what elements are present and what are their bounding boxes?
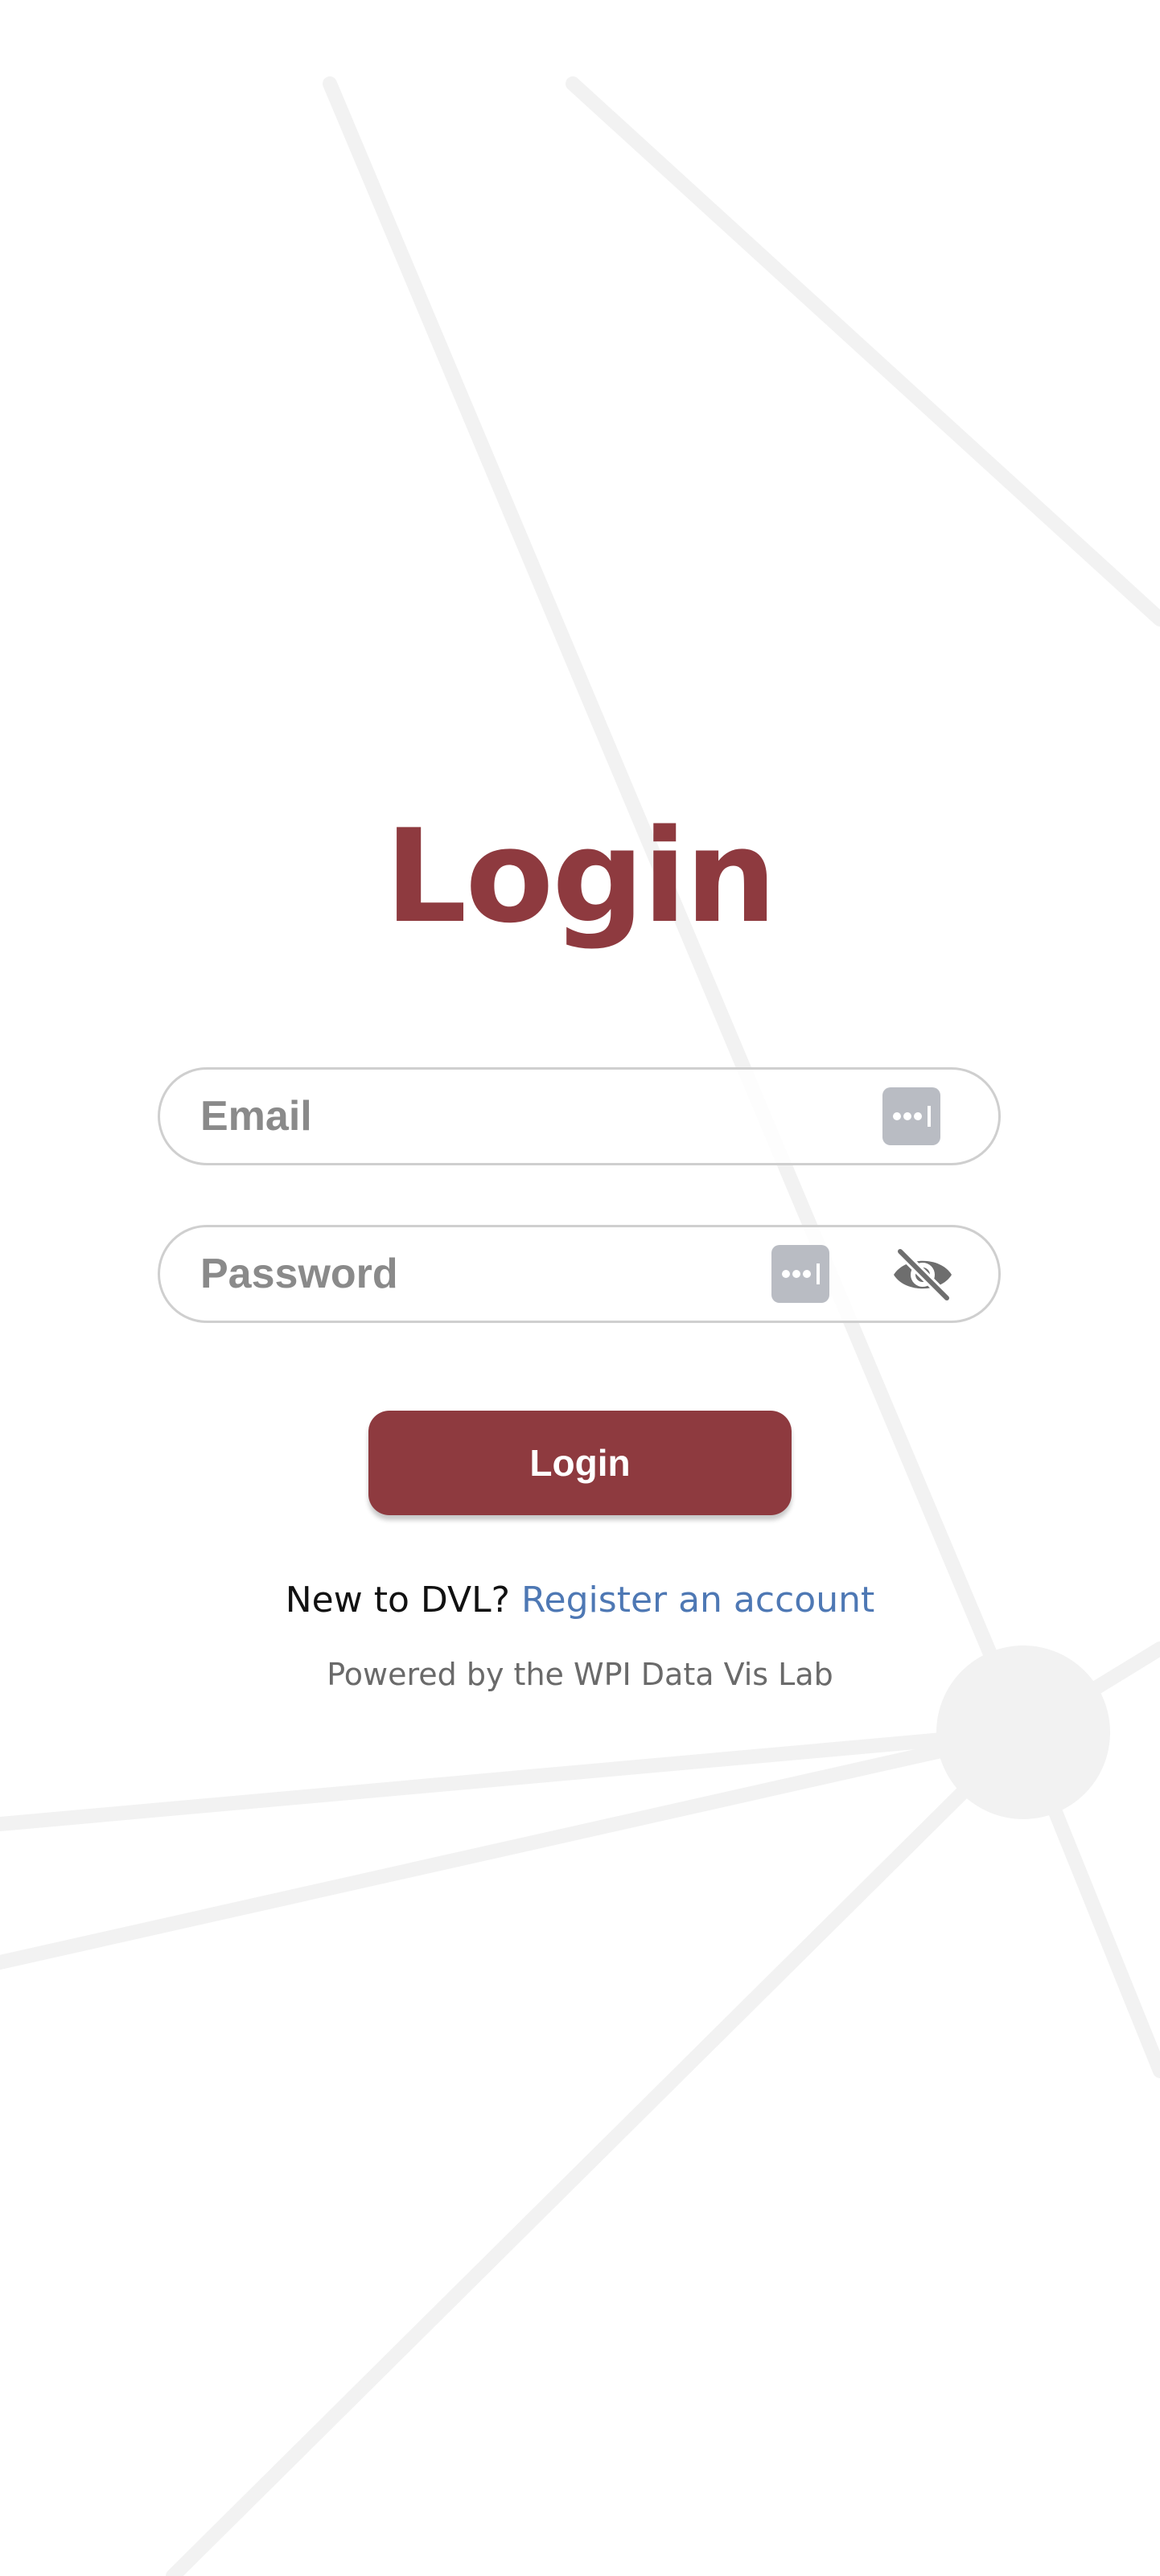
password-field-container: [158, 1225, 1001, 1323]
eye-slash-icon[interactable]: [891, 1247, 955, 1303]
login-button[interactable]: Login: [368, 1411, 792, 1515]
email-field-container: [158, 1067, 1001, 1165]
register-link[interactable]: Register an account: [521, 1580, 874, 1621]
password-autofill-key-icon[interactable]: [882, 1087, 940, 1145]
powered-by-footer: Powered by the WPI Data Vis Lab: [327, 1657, 833, 1692]
login-page: Login Email Login New to DVL? Register a…: [0, 0, 1160, 2576]
email-input[interactable]: [200, 1070, 828, 1163]
register-prompt-text: New to DVL?: [285, 1580, 510, 1621]
password-input[interactable]: [200, 1227, 828, 1321]
password-autofill-key-icon[interactable]: [771, 1245, 829, 1303]
register-prompt: New to DVL? Register an account: [0, 1572, 1160, 1629]
page-title: Login: [385, 801, 776, 951]
